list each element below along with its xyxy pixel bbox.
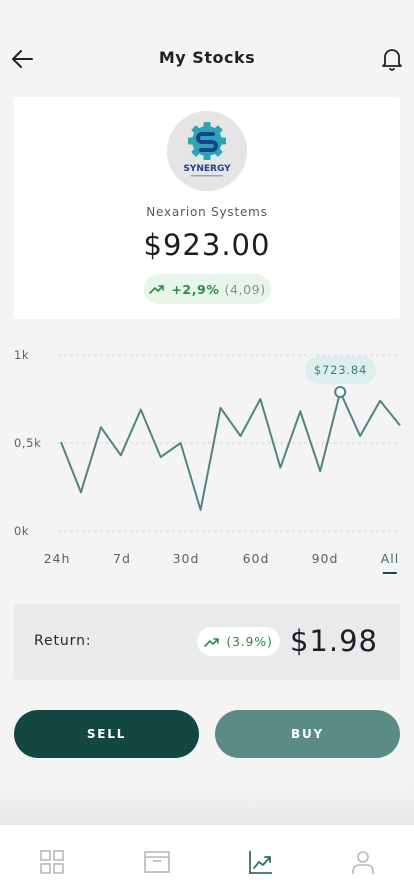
tab-wallet[interactable]: [144, 849, 170, 875]
y-tick-label: 0k: [14, 524, 29, 538]
return-summary: Return: (3.9%) $1.98: [14, 604, 400, 680]
return-label: Return:: [34, 633, 92, 649]
tab-profile[interactable]: [350, 849, 376, 875]
header: My Stocks: [0, 34, 414, 82]
company-logo: SYNERGY: [167, 111, 247, 191]
range-30d[interactable]: 30d: [173, 551, 200, 566]
return-value: $1.98: [289, 624, 378, 658]
change-percent: +2,9%: [171, 281, 220, 297]
user-icon: [352, 851, 374, 874]
range-60d[interactable]: 60d: [243, 551, 270, 566]
range-24h[interactable]: 24h: [44, 551, 71, 566]
sell-button[interactable]: SELL: [14, 710, 199, 758]
return-percent: (3.9%): [226, 634, 273, 649]
trending-up-icon: [204, 637, 220, 647]
logo-text: SYNERGY: [183, 164, 231, 174]
tab-dashboard[interactable]: [39, 849, 65, 875]
price-change-badge: +2,9% (4,09): [144, 274, 271, 304]
synergy-logo-icon: SYNERGY: [167, 111, 247, 191]
price-line: [60, 391, 401, 511]
company-name: Nexarion Systems: [146, 205, 268, 219]
grid-icon: [40, 850, 64, 874]
time-range-selector: 24h 7d 30d 60d 90d All: [0, 551, 414, 581]
stock-price: $923.00: [143, 228, 271, 262]
range-90d[interactable]: 90d: [312, 551, 339, 566]
price-chart[interactable]: 1k 0,5k 0k $723.84 24h 7d 30d 60d 90d Al…: [0, 340, 414, 580]
y-tick-label: 1k: [14, 348, 29, 362]
bottom-tab-bar: [0, 824, 414, 896]
chart-icon: [249, 851, 272, 874]
y-tick-label: 0,5k: [14, 436, 41, 450]
return-percent-badge: (3.9%): [197, 627, 280, 656]
notifications-button[interactable]: [380, 46, 404, 72]
change-absolute: (4,09): [224, 281, 266, 297]
tab-stocks[interactable]: [248, 849, 274, 875]
price-tooltip: $723.84: [305, 356, 376, 384]
range-7d[interactable]: 7d: [113, 551, 131, 566]
bell-icon: [382, 49, 402, 71]
selected-point[interactable]: [334, 386, 347, 398]
bottom-fade: [0, 785, 414, 825]
stock-card: SYNERGY Nexarion Systems $923.00 +2,9% (…: [14, 97, 400, 319]
page-title: My Stocks: [158, 48, 256, 67]
wallet-icon: [144, 851, 170, 873]
range-all[interactable]: All: [381, 551, 400, 574]
buy-button[interactable]: BUY: [215, 710, 400, 758]
trending-up-icon: [149, 285, 165, 294]
